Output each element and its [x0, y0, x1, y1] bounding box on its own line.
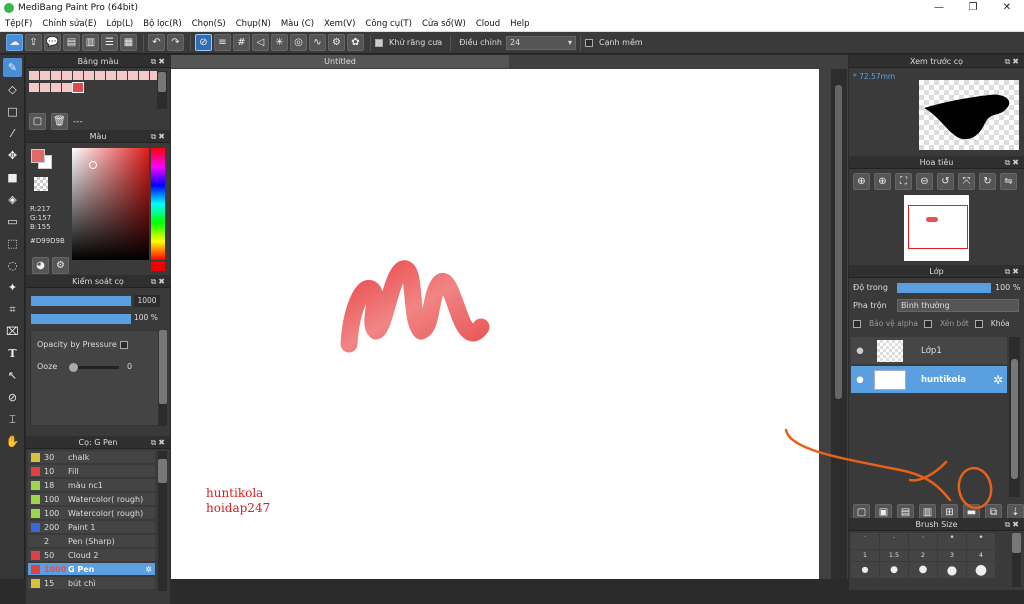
brush-color-chip	[31, 578, 40, 588]
annotation-overlay	[784, 428, 993, 510]
brush-name: bút chì	[68, 578, 96, 588]
annotation-arrow-line	[784, 428, 952, 502]
brush-size-label: 15	[44, 578, 55, 588]
annotation-arrow-head	[908, 460, 948, 482]
annotation-circle	[957, 466, 993, 510]
primary-color-swatch[interactable]	[31, 149, 45, 163]
